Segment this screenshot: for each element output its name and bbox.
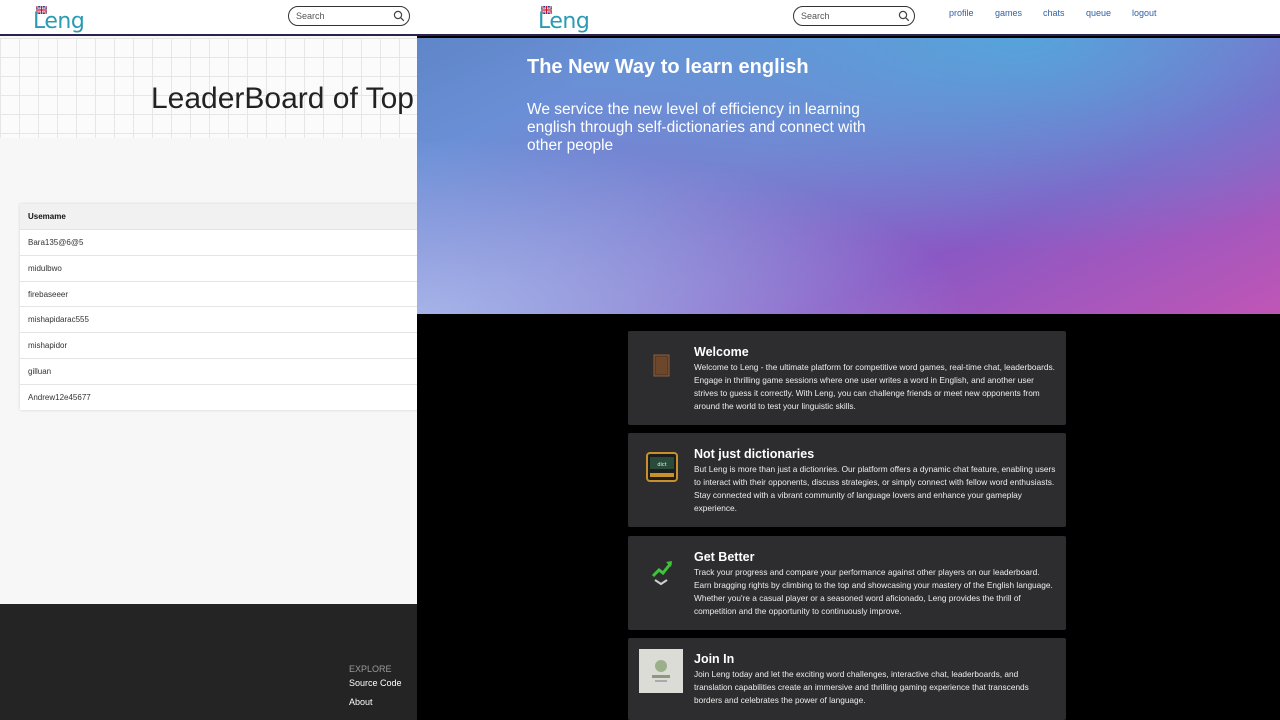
feature-card-welcome: Welcome Welcome to Leng - the ultimate p… [628,331,1066,425]
search-placeholder: Search [296,11,325,21]
book-icon [653,354,670,377]
search-input[interactable]: Search [288,6,410,26]
dictionary-book-icon: dict [646,452,678,482]
source-code-link[interactable]: Source Code [349,678,402,688]
page-title: LeaderBoard of Top [151,82,414,115]
footer-explore-heading: EXPLORE [349,664,392,674]
table-row[interactable]: Andrew12e45677 [20,383,417,410]
leaderboard-table: Usemame Bara135@6@5 midulbwo firebaseeer… [20,204,417,410]
hero-subtitle: We service the new level of efficiency i… [527,101,866,154]
table-row[interactable]: firebaseeer [20,280,417,307]
card-text: Welcome to Leng - the ultimate platform … [694,362,1055,411]
table-row[interactable]: Bara135@6@5 [20,229,417,255]
table-header-username: Usemame [20,204,417,229]
hero-banner: The New Way to learn english We service … [417,38,1280,314]
footer: EXPLORE Source Code About [0,604,417,720]
feature-card-get-better: Get Better Track your progress and compa… [628,536,1066,630]
leaderboard-window: Leng Search LeaderBoard of Top Usemame B… [0,0,417,720]
logo-text: Leng [538,9,590,34]
card-title: Welcome [694,345,749,359]
search-placeholder: Search [801,11,830,21]
search-input[interactable]: Search [793,6,915,26]
table-row[interactable]: mishapidor [20,332,417,358]
svg-text:dict: dict [657,462,666,468]
leng-logo[interactable]: Leng [538,6,590,34]
nav-games-link[interactable]: games [995,8,1022,18]
card-title: Get Better [694,550,755,564]
search-icon[interactable] [393,10,405,22]
nav-queue-link[interactable]: queue [1086,8,1111,18]
nav-logout-link[interactable]: logout [1132,8,1157,18]
table-row[interactable]: mishapidarac555 [20,306,417,332]
logo-text: Leng [33,9,85,34]
feature-card-dictionaries: dict Not just dictionaries But Leng is m… [628,433,1066,527]
nav-chats-link[interactable]: chats [1043,8,1065,18]
nav-profile-link[interactable]: profile [949,8,974,18]
feature-card-join-in: Join In Join Leng today and let the exci… [628,638,1066,720]
card-text: But Leng is more than just a dictionries… [694,464,1056,513]
table-row[interactable]: midulbwo [20,254,417,281]
card-title: Not just dictionaries [694,447,815,461]
table-row[interactable]: gilluan [20,357,417,384]
card-text: Join Leng today and let the exciting wor… [694,669,1029,705]
search-icon[interactable] [898,10,910,22]
home-window: Leng Search profile games chats queue lo… [417,0,1280,720]
leng-logo[interactable]: Leng [33,6,85,34]
join-image-icon [639,649,683,693]
hero-title: The New Way to learn english [527,56,809,78]
right-header: Leng Search profile games chats queue lo… [417,0,1280,36]
left-header: Leng Search [0,0,417,36]
card-text: Track your progress and compare your per… [694,567,1053,616]
card-title: Join In [694,652,735,666]
about-link[interactable]: About [349,697,373,707]
growth-chart-icon [651,561,673,586]
